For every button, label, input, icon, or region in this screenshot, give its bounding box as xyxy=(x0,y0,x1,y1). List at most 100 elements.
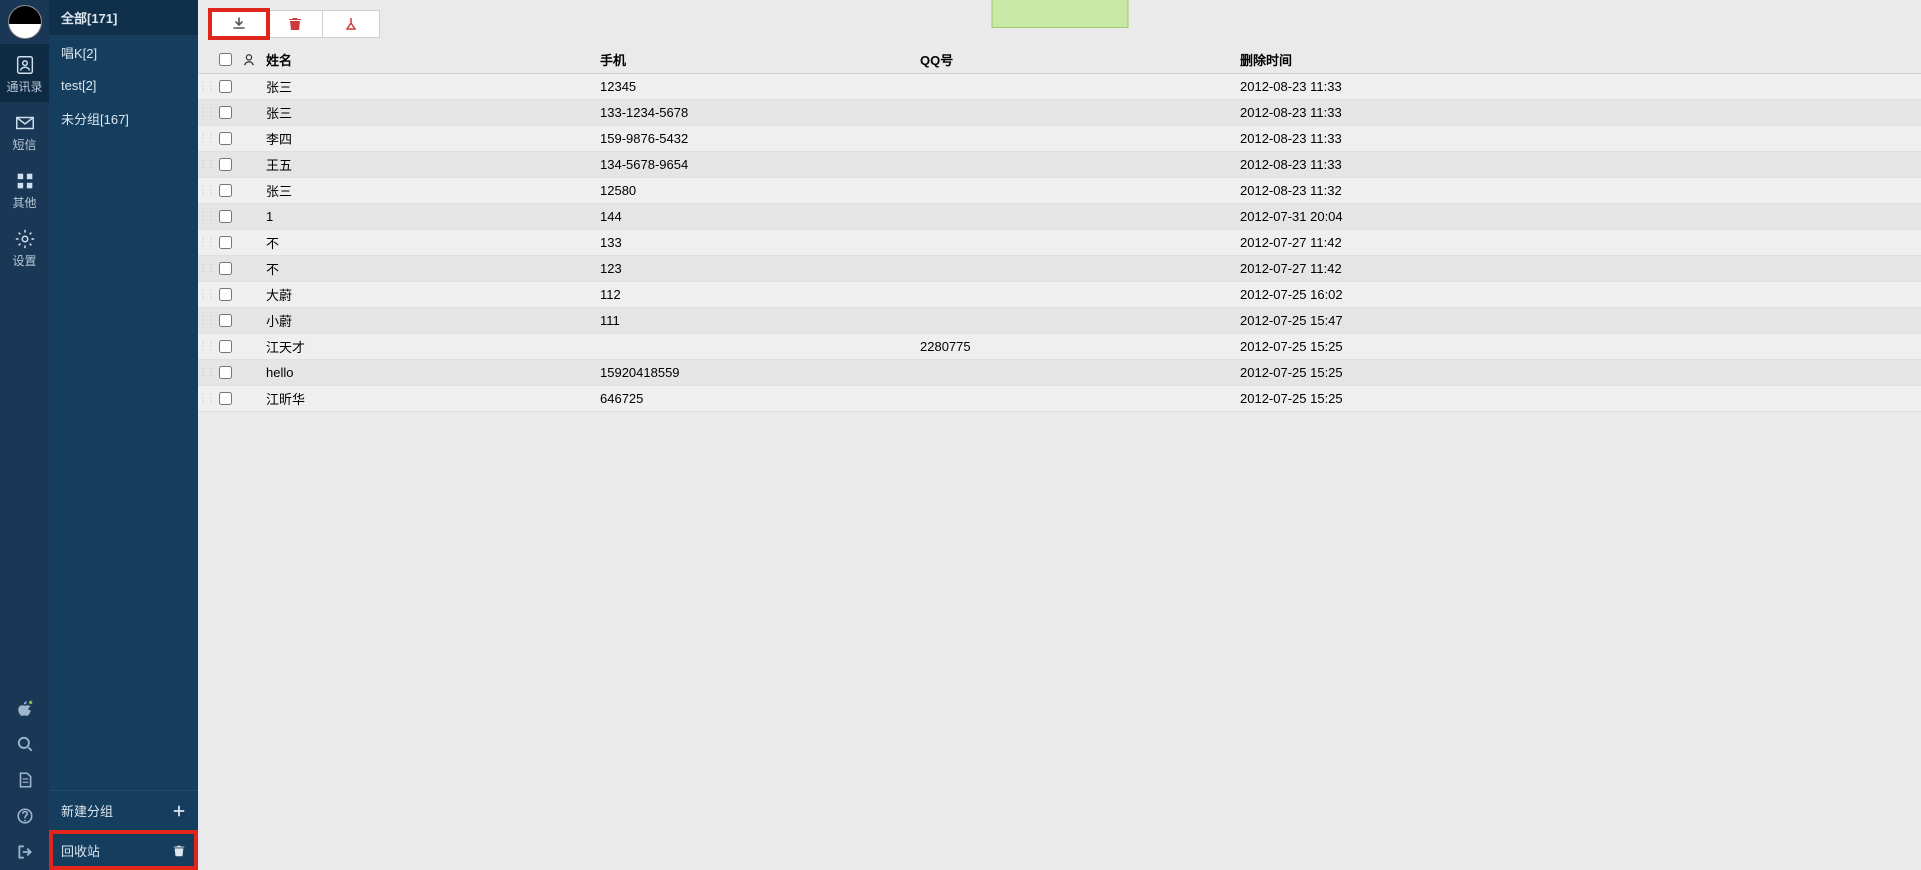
gear-icon xyxy=(14,228,36,250)
cell-phone: 133-1234-5678 xyxy=(600,105,920,120)
cell-phone: 646725 xyxy=(600,391,920,406)
row-checkbox[interactable] xyxy=(219,340,232,353)
drag-handle-icon[interactable]: ⋮⋮ xyxy=(198,315,212,326)
cell-phone: 134-5678-9654 xyxy=(600,157,920,172)
table-row[interactable]: ⋮⋮大蔚1122012-07-25 16:02 xyxy=(198,282,1921,308)
recycle-label: 回收站 xyxy=(61,841,100,860)
restore-button[interactable] xyxy=(211,11,267,37)
cell-deleted: 2012-08-23 11:33 xyxy=(1240,157,1921,172)
drag-handle-icon[interactable]: ⋮⋮ xyxy=(198,133,212,144)
cell-deleted: 2012-07-25 16:02 xyxy=(1240,287,1921,302)
delete-button[interactable] xyxy=(267,11,323,37)
group-item[interactable]: 未分组[167] xyxy=(49,101,198,136)
header-deleted[interactable]: 删除时间 xyxy=(1240,50,1921,69)
rail-item-mail[interactable]: 短信 xyxy=(0,102,49,160)
main-panel: 怎么回来见面了 姓名 手机 QQ号 删除时间 ⋮⋮ 张三12345 2012-08-… xyxy=(198,0,1921,870)
rail-item-gear[interactable]: 设置 xyxy=(0,218,49,276)
clear-button[interactable] xyxy=(323,11,379,37)
table-row[interactable]: ⋮⋮ 张三12345 2012-08-23 11:33 xyxy=(198,74,1921,100)
cell-phone: 15920418559 xyxy=(600,365,920,380)
header-qq[interactable]: QQ号 xyxy=(920,50,1240,69)
cell-deleted: 2012-07-27 11:42 xyxy=(1240,261,1921,276)
contacts-icon xyxy=(14,54,36,76)
rail-item-label: 其他 xyxy=(12,196,36,210)
cell-deleted: 2012-08-23 11:33 xyxy=(1240,131,1921,146)
help-icon xyxy=(16,807,34,825)
trash-icon xyxy=(287,16,303,32)
cell-phone: 12345 xyxy=(600,79,920,94)
user-avatar[interactable] xyxy=(0,0,49,44)
table-row[interactable]: ⋮⋮ hello15920418559 2012-07-25 15:25 xyxy=(198,360,1921,386)
table-row[interactable]: ⋮⋮ 不133 2012-07-27 11:42 xyxy=(198,230,1921,256)
row-checkbox[interactable] xyxy=(219,288,232,301)
drag-handle-icon[interactable]: ⋮⋮ xyxy=(198,81,212,92)
cell-deleted: 2012-07-25 15:25 xyxy=(1240,365,1921,380)
drag-handle-icon[interactable]: ⋮⋮ xyxy=(198,185,212,196)
select-all-checkbox[interactable] xyxy=(219,53,232,66)
cell-name: 李四 xyxy=(260,129,600,148)
row-checkbox[interactable] xyxy=(219,366,232,379)
drag-handle-icon[interactable]: ⋮⋮ xyxy=(198,367,212,378)
table-row[interactable]: ⋮⋮张三133-1234-56782012-08-23 11:33 xyxy=(198,100,1921,126)
rail-doc-button[interactable] xyxy=(0,762,49,798)
row-checkbox[interactable] xyxy=(219,236,232,249)
cell-name: 不 xyxy=(260,233,600,252)
row-checkbox[interactable] xyxy=(219,158,232,171)
drag-handle-icon[interactable]: ⋮⋮ xyxy=(198,341,212,352)
table-row[interactable]: ⋮⋮江昕华6467252012-07-25 15:25 xyxy=(198,386,1921,412)
table-row[interactable]: ⋮⋮小蔚1112012-07-25 15:47 xyxy=(198,308,1921,334)
row-checkbox[interactable] xyxy=(219,184,232,197)
table-row[interactable]: ⋮⋮11442012-07-31 20:04 xyxy=(198,204,1921,230)
cell-phone: 133 xyxy=(600,235,920,250)
drag-handle-icon[interactable]: ⋮⋮ xyxy=(198,107,212,118)
table-row[interactable]: ⋮⋮ 李四159-9876-5432 2012-08-23 11:33 xyxy=(198,126,1921,152)
drag-handle-icon[interactable]: ⋮⋮ xyxy=(198,393,212,404)
row-checkbox[interactable] xyxy=(219,106,232,119)
cell-deleted: 2012-08-23 11:33 xyxy=(1240,105,1921,120)
group-item[interactable]: 全部[171] xyxy=(49,0,198,35)
cell-deleted: 2012-07-25 15:47 xyxy=(1240,313,1921,328)
rail-item-grid[interactable]: 其他 xyxy=(0,160,49,218)
row-checkbox[interactable] xyxy=(219,80,232,93)
header-name[interactable]: 姓名 xyxy=(260,50,600,69)
cell-deleted: 2012-07-27 11:42 xyxy=(1240,235,1921,250)
rail-search-button[interactable] xyxy=(0,726,49,762)
row-checkbox[interactable] xyxy=(219,262,232,275)
table-row[interactable]: ⋮⋮江天才22807752012-07-25 15:25 xyxy=(198,334,1921,360)
table-row[interactable]: ⋮⋮不1232012-07-27 11:42 xyxy=(198,256,1921,282)
group-item[interactable]: 唱K[2] xyxy=(49,35,198,70)
cell-phone: 144 xyxy=(600,209,920,224)
new-group-button[interactable]: 新建分组 xyxy=(49,790,198,830)
rail-help-button[interactable] xyxy=(0,798,49,834)
rail-exit-button[interactable] xyxy=(0,834,49,870)
group-item[interactable]: test[2] xyxy=(49,70,198,101)
row-checkbox[interactable] xyxy=(219,314,232,327)
row-checkbox[interactable] xyxy=(219,132,232,145)
cell-name: hello xyxy=(260,365,600,380)
cell-qq: 2280775 xyxy=(920,339,1240,354)
recycle-bin-button[interactable]: 回收站 xyxy=(49,830,198,870)
drag-handle-icon[interactable]: ⋮⋮ xyxy=(198,237,212,248)
cell-phone: 12580 xyxy=(600,183,920,198)
drag-handle-icon[interactable]: ⋮⋮ xyxy=(198,159,212,170)
table-row[interactable]: ⋮⋮张三125802012-08-23 11:32 xyxy=(198,178,1921,204)
cell-name: 江昕华 xyxy=(260,389,600,408)
cell-name: 张三 xyxy=(260,77,600,96)
broom-icon xyxy=(343,16,359,32)
drag-handle-icon[interactable]: ⋮⋮ xyxy=(198,211,212,222)
drag-handle-icon[interactable]: ⋮⋮ xyxy=(198,289,212,300)
toolbar: 怎么回来见面了 xyxy=(198,0,1921,40)
contacts-table: 姓名 手机 QQ号 删除时间 ⋮⋮ 张三12345 2012-08-23 11:33… xyxy=(198,46,1921,412)
rail-apple-button[interactable] xyxy=(0,690,49,726)
table-header: 姓名 手机 QQ号 删除时间 xyxy=(198,46,1921,74)
groups-sidebar: 全部[171]唱K[2]test[2]未分组[167] 新建分组 回收站 xyxy=(49,0,198,870)
row-checkbox[interactable] xyxy=(219,210,232,223)
trash-icon xyxy=(172,844,186,858)
cell-deleted: 2012-08-23 11:33 xyxy=(1240,79,1921,94)
rail-item-contacts[interactable]: 通讯录 xyxy=(0,44,49,102)
row-checkbox[interactable] xyxy=(219,392,232,405)
table-row[interactable]: ⋮⋮王五134-5678-96542012-08-23 11:33 xyxy=(198,152,1921,178)
drag-handle-icon[interactable]: ⋮⋮ xyxy=(198,263,212,274)
cell-phone: 159-9876-5432 xyxy=(600,131,920,146)
header-phone[interactable]: 手机 xyxy=(600,50,920,69)
